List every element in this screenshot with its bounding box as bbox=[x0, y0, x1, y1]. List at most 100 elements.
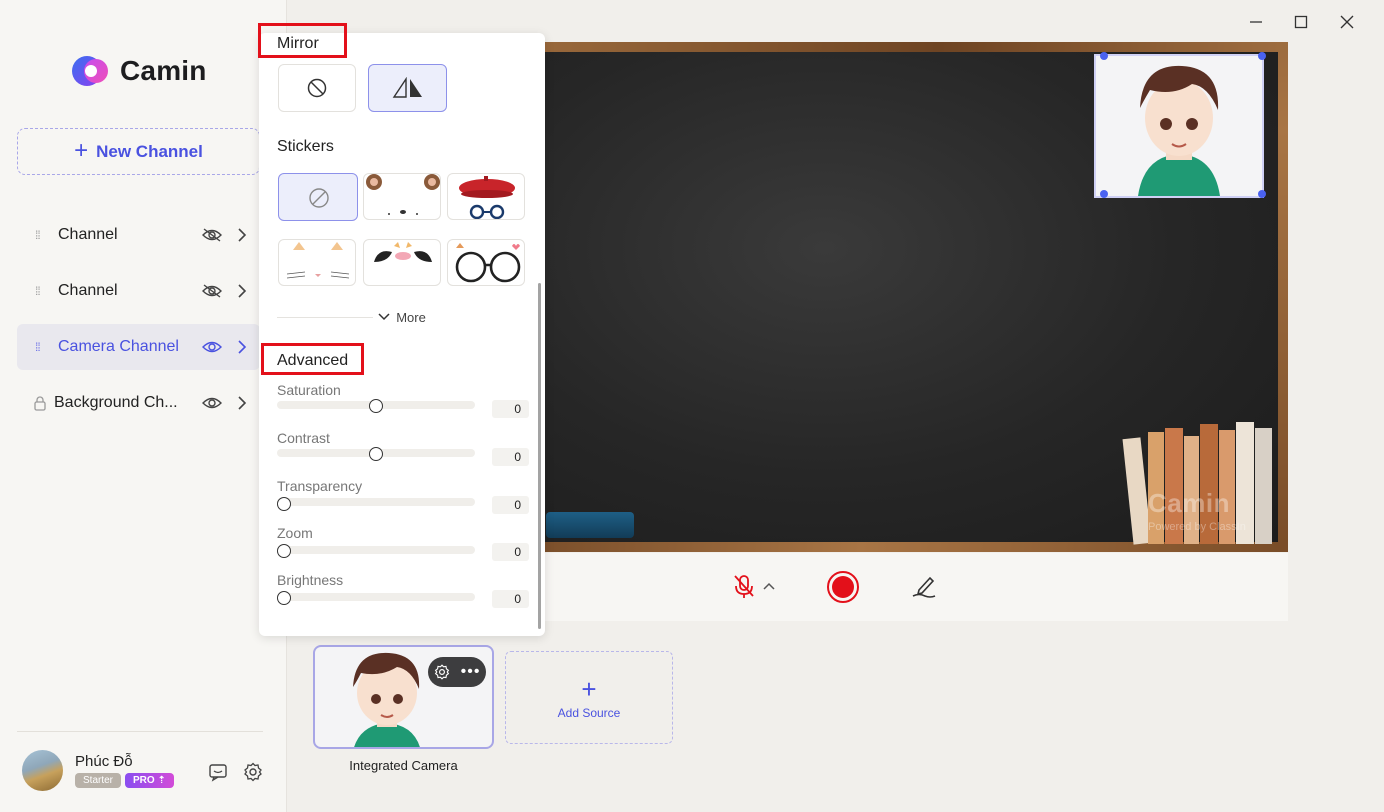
prohibit-icon bbox=[307, 78, 327, 98]
microphone-muted-icon[interactable] bbox=[733, 574, 755, 600]
channel-item-1[interactable]: ⁞⁞ Channel bbox=[17, 212, 260, 258]
sidebar-divider bbox=[17, 731, 263, 732]
add-source-label: Add Source bbox=[557, 705, 621, 720]
zoom-slider[interactable] bbox=[277, 546, 475, 554]
channel-label: Channel bbox=[58, 226, 118, 243]
saturation-value[interactable]: 0 bbox=[492, 400, 529, 418]
app-logo: Camin bbox=[72, 54, 207, 88]
chevron-right-icon[interactable] bbox=[236, 340, 248, 354]
watermark-title: Camin bbox=[1148, 488, 1230, 518]
zoom-label: Zoom bbox=[277, 525, 313, 541]
mirror-highlight-box bbox=[258, 23, 347, 58]
round-glasses-sticker-icon bbox=[455, 243, 521, 283]
brightness-slider-thumb[interactable] bbox=[277, 591, 291, 605]
resize-handle[interactable] bbox=[1258, 190, 1266, 198]
chevron-right-icon[interactable] bbox=[236, 228, 248, 242]
resize-handle[interactable] bbox=[1100, 52, 1108, 60]
eye-off-icon[interactable] bbox=[201, 283, 223, 299]
advanced-highlight-box bbox=[261, 343, 364, 375]
zoom-value[interactable]: 0 bbox=[492, 543, 529, 561]
zoom-slider-thumb[interactable] bbox=[277, 544, 291, 558]
eye-off-icon[interactable] bbox=[201, 227, 223, 243]
drag-handle-icon[interactable]: ⁞⁞ bbox=[35, 228, 49, 242]
mirror-flip-icon bbox=[392, 77, 422, 98]
sticker-bear-ears[interactable] bbox=[363, 173, 441, 220]
cow-sticker-icon bbox=[374, 242, 432, 262]
plan-badge: Starter bbox=[75, 773, 122, 788]
drag-handle-icon[interactable]: ⁞⁞ bbox=[35, 284, 49, 298]
contrast-label: Contrast bbox=[277, 430, 330, 446]
chalkboard-eraser bbox=[546, 512, 634, 538]
settings-gear-icon[interactable] bbox=[243, 762, 263, 782]
camera-overlay[interactable] bbox=[1094, 54, 1264, 198]
sidebar: Camin + New Channel ⁞⁞ Channel ⁞⁞ Channe… bbox=[0, 0, 287, 812]
pro-label: PRO bbox=[133, 775, 155, 786]
transparency-slider-thumb[interactable] bbox=[277, 497, 291, 511]
panel-scrollbar[interactable] bbox=[538, 283, 541, 629]
channel-label: Channel bbox=[58, 282, 118, 299]
channel-item-camera[interactable]: ⁞⁞ Camera Channel bbox=[17, 324, 260, 370]
contrast-value[interactable]: 0 bbox=[492, 448, 529, 466]
saturation-slider-thumb[interactable] bbox=[369, 399, 383, 413]
sticker-beret-glasses[interactable] bbox=[447, 173, 525, 220]
brightness-value[interactable]: 0 bbox=[492, 590, 529, 608]
app-name: Camin bbox=[120, 55, 207, 86]
channel-label: Background Ch... bbox=[54, 394, 178, 411]
avatar[interactable] bbox=[22, 750, 63, 791]
add-source-button[interactable]: + Add Source bbox=[505, 651, 673, 744]
brightness-slider[interactable] bbox=[277, 593, 475, 601]
drag-handle-icon[interactable]: ⁞⁞ bbox=[35, 340, 49, 354]
camin-logo-icon bbox=[72, 56, 108, 86]
camin-watermark: Camin Powered by ClassIn bbox=[1148, 488, 1246, 533]
source-label: Integrated Camera bbox=[349, 758, 458, 773]
close-icon[interactable] bbox=[1339, 14, 1355, 30]
feedback-icon[interactable] bbox=[208, 762, 228, 782]
user-name: Phúc Đỗ bbox=[75, 753, 133, 770]
divider bbox=[277, 317, 373, 318]
resize-handle[interactable] bbox=[1100, 190, 1108, 198]
transparency-slider[interactable] bbox=[277, 498, 475, 506]
transparency-label: Transparency bbox=[277, 478, 363, 494]
plus-icon: + bbox=[74, 136, 89, 164]
eye-icon[interactable] bbox=[201, 339, 223, 355]
transparency-value[interactable]: 0 bbox=[492, 496, 529, 514]
maximize-icon[interactable] bbox=[1293, 14, 1309, 30]
more-label: More bbox=[396, 309, 426, 325]
chevron-right-icon[interactable] bbox=[236, 396, 248, 410]
plan-badges: Starter PRO ⇡ bbox=[75, 773, 174, 788]
bear-ears-sticker-icon bbox=[366, 174, 440, 215]
draw-pen-icon[interactable] bbox=[911, 574, 937, 600]
chevron-right-icon[interactable] bbox=[236, 284, 248, 298]
camera-settings-panel: Mirror Stickers More Advanced Saturation… bbox=[259, 33, 545, 636]
control-bar bbox=[512, 553, 1288, 621]
plus-icon: + bbox=[581, 673, 597, 704]
chevron-up-icon[interactable] bbox=[763, 581, 775, 591]
source-thumbnail-integrated-camera[interactable]: ••• bbox=[313, 645, 494, 749]
minimize-icon[interactable] bbox=[1248, 14, 1264, 30]
new-channel-button[interactable]: + New Channel bbox=[17, 128, 260, 175]
contrast-slider-thumb[interactable] bbox=[369, 447, 383, 461]
source-settings-gear-icon[interactable] bbox=[434, 664, 450, 680]
source-toolbar: ••• bbox=[428, 657, 486, 687]
lock-icon[interactable] bbox=[33, 395, 47, 411]
record-button[interactable] bbox=[826, 570, 860, 604]
resize-handle[interactable] bbox=[1258, 52, 1266, 60]
more-options-icon[interactable]: ••• bbox=[461, 664, 481, 680]
cartoon-avatar-image bbox=[1138, 65, 1220, 196]
saturation-label: Saturation bbox=[277, 382, 341, 398]
user-profile[interactable]: Phúc Đỗ Starter PRO ⇡ bbox=[22, 750, 174, 791]
pro-upgrade-badge[interactable]: PRO ⇡ bbox=[125, 773, 174, 788]
mirror-horizontal-option[interactable] bbox=[368, 64, 447, 112]
brightness-label: Brightness bbox=[277, 572, 344, 588]
sticker-none[interactable] bbox=[278, 173, 358, 221]
user-info: Phúc Đỗ Starter PRO ⇡ bbox=[75, 753, 174, 788]
eye-icon[interactable] bbox=[201, 395, 223, 411]
sticker-cow[interactable] bbox=[363, 239, 441, 286]
channel-item-2[interactable]: ⁞⁞ Channel bbox=[17, 268, 260, 314]
sticker-round-glasses[interactable] bbox=[447, 239, 525, 286]
new-channel-label: New Channel bbox=[96, 141, 203, 161]
channel-item-background[interactable]: Background Ch... bbox=[17, 380, 260, 426]
prohibit-icon bbox=[309, 188, 329, 208]
sticker-cat[interactable] bbox=[278, 239, 356, 286]
mirror-off-option[interactable] bbox=[278, 64, 356, 112]
